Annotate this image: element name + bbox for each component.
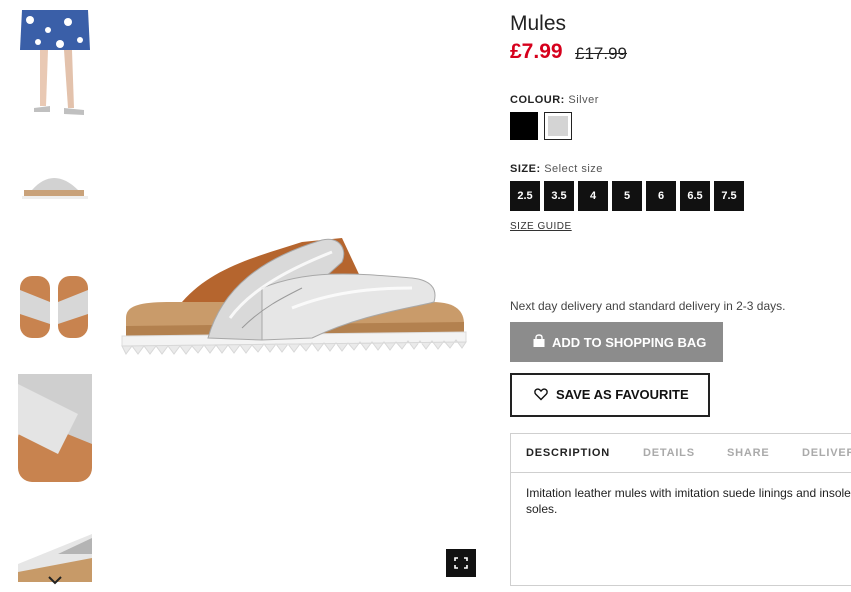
colour-label-row: COLOUR: Silver bbox=[510, 94, 599, 106]
thumbnail-strap-closeup[interactable] bbox=[18, 374, 92, 482]
original-price: £17.99 bbox=[575, 44, 627, 63]
size-option[interactable]: 7.5 bbox=[714, 181, 744, 211]
size-option[interactable]: 2.5 bbox=[510, 181, 540, 211]
size-option[interactable]: 4 bbox=[578, 181, 608, 211]
tab-delivery[interactable]: DELIVERY bbox=[802, 447, 851, 459]
sale-price: £7.99 bbox=[510, 40, 563, 63]
tabs-divider bbox=[511, 472, 851, 473]
thumbnail-model[interactable] bbox=[18, 10, 92, 122]
delivery-info: Next day delivery and standard delivery … bbox=[510, 299, 786, 313]
tab-share[interactable]: SHARE bbox=[727, 447, 770, 459]
size-option[interactable]: 6.5 bbox=[680, 181, 710, 211]
size-label: SIZE: bbox=[510, 163, 541, 175]
product-tabs: DESCRIPTION DETAILS SHARE DELIVERY Imita… bbox=[510, 433, 851, 586]
shopping-bag-icon bbox=[532, 334, 546, 348]
add-to-bag-button[interactable]: ADD TO SHOPPING BAG bbox=[510, 322, 723, 362]
expand-icon[interactable] bbox=[446, 549, 476, 577]
product-info: Mules £7.99 £17.99 COLOUR: Silver SIZE: … bbox=[510, 0, 851, 589]
thumbnail-top-view[interactable] bbox=[18, 274, 92, 340]
colour-label: COLOUR: bbox=[510, 94, 565, 106]
add-to-bag-label: ADD TO SHOPPING BAG bbox=[552, 335, 707, 350]
save-favourite-button[interactable]: SAVE AS FAVOURITE bbox=[510, 373, 710, 417]
size-label-row: SIZE: Select size bbox=[510, 163, 603, 175]
save-favourite-label: SAVE AS FAVOURITE bbox=[556, 387, 689, 402]
size-option[interactable]: 5 bbox=[612, 181, 642, 211]
thumbnail-side-view[interactable] bbox=[18, 160, 92, 210]
chevron-down-icon[interactable] bbox=[46, 573, 64, 587]
colour-swatch-silver[interactable] bbox=[544, 112, 572, 140]
main-product-image bbox=[112, 218, 472, 378]
heart-icon bbox=[534, 387, 548, 401]
colour-value: Silver bbox=[568, 94, 599, 106]
tab-description[interactable]: DESCRIPTION bbox=[526, 447, 610, 459]
size-option[interactable]: 3.5 bbox=[544, 181, 574, 211]
tab-details[interactable]: DETAILS bbox=[643, 447, 695, 459]
size-guide-link[interactable]: SIZE GUIDE bbox=[510, 221, 572, 232]
size-option[interactable]: 6 bbox=[646, 181, 676, 211]
product-title: Mules bbox=[510, 12, 567, 35]
size-value: Select size bbox=[544, 163, 603, 175]
colour-swatch-black[interactable] bbox=[510, 112, 538, 140]
description-text: Imitation leather mules with imitation s… bbox=[526, 486, 851, 516]
